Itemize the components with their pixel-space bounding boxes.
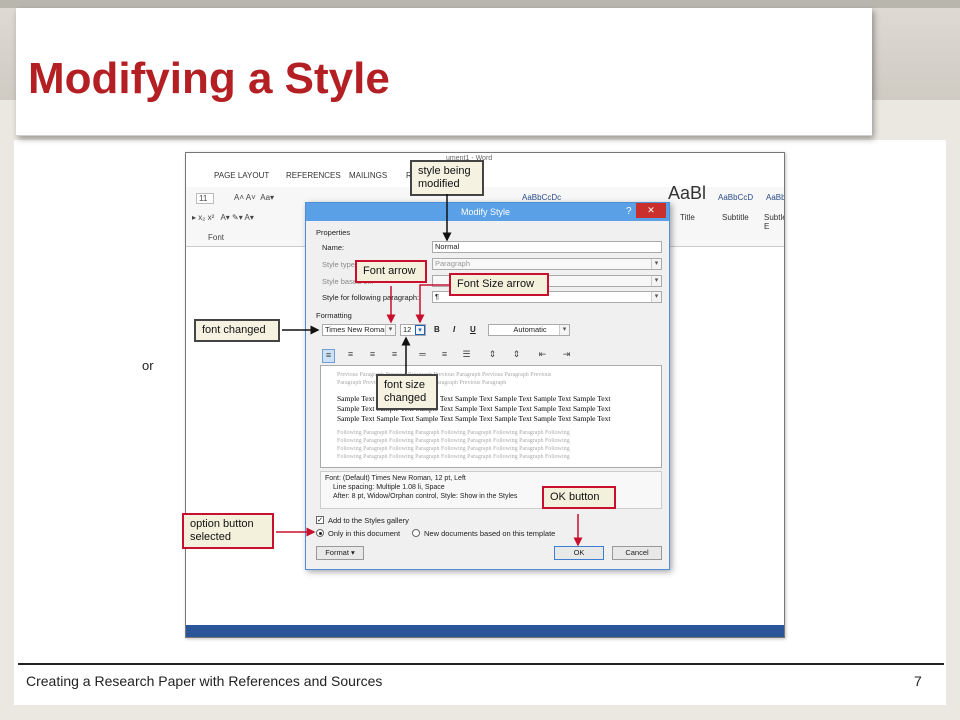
- grow-font-icon[interactable]: A˄ A˅ Aa▾: [234, 193, 274, 202]
- chevron-down-icon: ▾: [651, 259, 661, 269]
- callout-font-size-arrow: Font Size arrow: [449, 273, 549, 296]
- preview-sample-line: Sample Text Sample Text Sample Text Samp…: [337, 414, 611, 423]
- single-spacing-icon[interactable]: ═: [416, 349, 429, 363]
- space-after-icon[interactable]: ⇕: [510, 349, 523, 363]
- style-type-label: Style type:: [322, 260, 358, 269]
- tab-page-layout[interactable]: PAGE LAYOUT: [214, 171, 269, 180]
- style-subtitle-sample[interactable]: AaBbCcD: [718, 193, 753, 202]
- align-right-icon[interactable]: ≡: [366, 349, 379, 363]
- ok-button[interactable]: OK: [554, 546, 604, 560]
- color-value: Automatic: [513, 325, 547, 334]
- font-size-arrow-icon[interactable]: ▾: [415, 325, 425, 335]
- group-font-label: Font: [208, 233, 225, 242]
- top-band: [0, 0, 960, 8]
- chevron-down-icon: ▾: [651, 276, 661, 286]
- increase-indent-icon[interactable]: ⇥: [560, 349, 573, 363]
- font-size-select[interactable]: 12 ▾: [400, 324, 426, 336]
- following-value: ¶: [435, 292, 440, 301]
- cancel-button[interactable]: Cancel: [612, 546, 662, 560]
- chevron-down-icon: ▾: [651, 292, 661, 302]
- callout-ok-button: OK button: [542, 486, 616, 509]
- font-arrow-icon[interactable]: ▾: [385, 325, 395, 335]
- color-select[interactable]: Automatic ▾: [488, 324, 570, 336]
- callout-font-arrow: Font arrow: [355, 260, 427, 283]
- font-size-value: 12: [403, 325, 412, 334]
- style-gallery-sample[interactable]: AaBbCcDc: [522, 193, 561, 202]
- preview-following-line: Following Paragraph Following Paragraph …: [337, 454, 570, 460]
- underline-button[interactable]: U: [470, 325, 476, 334]
- justify-icon[interactable]: ≡: [388, 349, 401, 363]
- footer-rule: [18, 663, 944, 665]
- one-half-spacing-icon[interactable]: ≡: [438, 349, 451, 363]
- callout-option-selected: option button selected: [182, 513, 274, 549]
- tab-references[interactable]: REFERENCES: [286, 171, 341, 180]
- only-document-label: Only in this document: [328, 529, 401, 538]
- space-before-icon[interactable]: ⇕: [486, 349, 499, 363]
- page-number: 7: [914, 673, 922, 689]
- doc-text-fragment: or: [142, 358, 154, 373]
- callout-font-size-changed: font size changed: [376, 374, 438, 410]
- close-button[interactable]: ✕: [636, 203, 666, 218]
- add-gallery-label: Add to the Styles gallery: [328, 516, 409, 525]
- bold-button[interactable]: B: [434, 325, 440, 334]
- modify-style-dialog: Modify Style ? ✕ Properties Name: Normal…: [305, 202, 670, 570]
- ribbon-tabs: ument1 - Word PAGE LAYOUT REFERENCES MAI…: [186, 153, 784, 187]
- style-subtitle-name: Subtitle: [722, 213, 749, 222]
- following-label: Style for following paragraph:: [322, 293, 420, 302]
- dialog-titlebar: Modify Style ? ✕: [306, 203, 669, 221]
- chevron-down-icon: ▾: [559, 325, 569, 335]
- add-gallery-checkbox[interactable]: ✓: [316, 516, 324, 524]
- preview-following-line: Following Paragraph Following Paragraph …: [337, 430, 570, 436]
- status-bar: [186, 625, 784, 637]
- properties-label: Properties: [316, 228, 351, 237]
- tab-mailings[interactable]: MAILINGS: [349, 171, 387, 180]
- format-button[interactable]: Format ▾: [316, 546, 364, 560]
- style-title-name: Title: [680, 213, 695, 222]
- align-center-icon[interactable]: ≡: [344, 349, 357, 363]
- dialog-title: Modify Style: [461, 207, 511, 217]
- new-documents-radio[interactable]: [412, 529, 420, 537]
- style-subtle-sample[interactable]: AaBbCcD: [766, 193, 784, 202]
- double-spacing-icon[interactable]: ☰: [460, 349, 473, 363]
- font-select[interactable]: Times New Roman ▾: [322, 324, 396, 336]
- style-subtle-name: Subtle E: [764, 213, 785, 231]
- name-field[interactable]: Normal: [432, 241, 662, 253]
- description-line: Font: (Default) Times New Roman, 12 pt, …: [325, 475, 466, 482]
- italic-button[interactable]: I: [453, 325, 455, 334]
- name-label: Name:: [322, 243, 345, 252]
- style-type-select[interactable]: Paragraph ▾: [432, 258, 662, 270]
- callout-style-modified: style being modified: [410, 160, 484, 196]
- font-value: Times New Roman: [325, 325, 389, 334]
- decrease-indent-icon[interactable]: ⇤: [536, 349, 549, 363]
- style-title-sample[interactable]: AaBl: [668, 183, 706, 204]
- help-icon[interactable]: ?: [626, 206, 632, 217]
- new-documents-label: New documents based on this template: [424, 529, 556, 538]
- align-left-icon[interactable]: ≡: [322, 349, 335, 363]
- font-format-icons[interactable]: ▸ x₂ x² A▾ ✎▾ A▾: [192, 213, 254, 222]
- formatting-label: Formatting: [316, 311, 352, 320]
- style-type-value: Paragraph: [435, 259, 471, 268]
- style-preview: Previous Paragraph Previous Paragraph Pr…: [320, 365, 662, 468]
- slide-title: Modifying a Style: [28, 54, 390, 103]
- only-document-radio[interactable]: [316, 529, 324, 537]
- preview-following-line: Following Paragraph Following Paragraph …: [337, 446, 570, 452]
- font-size-box[interactable]: 11: [196, 193, 215, 204]
- title-box: Modifying a Style: [16, 8, 872, 136]
- preview-following-line: Following Paragraph Following Paragraph …: [337, 438, 570, 444]
- callout-font-changed: font changed: [194, 319, 280, 342]
- footer-text: Creating a Research Paper with Reference…: [26, 673, 383, 689]
